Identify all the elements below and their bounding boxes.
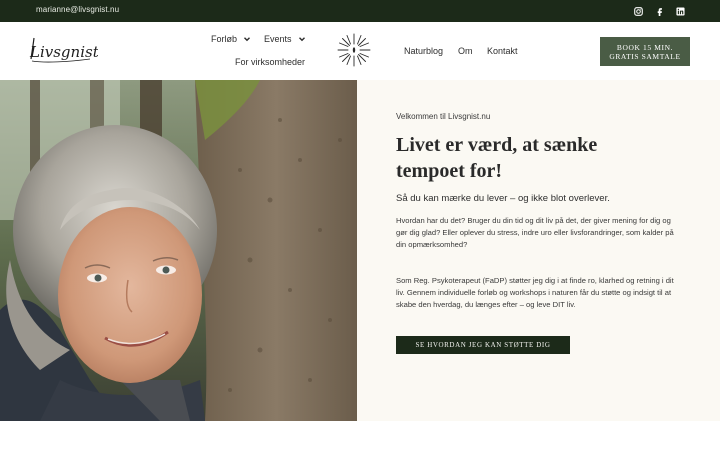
- nav-naturblog-label: Naturblog: [404, 46, 444, 56]
- nav-events-label: Events: [264, 34, 292, 44]
- email-link[interactable]: marianne@livsgnist.nu: [36, 5, 119, 14]
- hero-content: Velkommen til Livsgnist.nu Livet er værd…: [357, 80, 720, 421]
- nav-om[interactable]: Om: [458, 46, 473, 56]
- intro-paragraph: Hvordan har du det? Bruger du din tid og…: [396, 216, 674, 250]
- see-how-i-support-button[interactable]: SE HVORDAN JEG KAN STØTTE DIG: [396, 336, 570, 354]
- cta-line-1: BOOK 15 MIN.: [616, 43, 674, 52]
- top-bar: marianne@livsgnist.nu: [0, 0, 720, 22]
- chevron-down-icon: [298, 37, 305, 42]
- nav-kontakt[interactable]: Kontakt: [487, 46, 518, 56]
- site-logo[interactable]: Livsgnist.nu: [28, 30, 123, 70]
- nav-virksomheder-label: For virksomheder: [235, 57, 306, 67]
- instagram-icon[interactable]: [632, 5, 644, 17]
- nav-for-virksomheder[interactable]: For virksomheder: [235, 57, 305, 67]
- nav-forlob[interactable]: Forløb: [211, 34, 251, 44]
- nav-om-label: Om: [458, 46, 473, 56]
- sun-emblem-icon: [336, 32, 372, 68]
- svg-text:Livsgnist.nu: Livsgnist.nu: [29, 43, 98, 61]
- linkedin-icon[interactable]: [674, 5, 686, 17]
- cta-line-2: GRATIS SAMTALE: [609, 52, 681, 61]
- nav-events[interactable]: Events: [264, 34, 306, 44]
- hero-subheading: Så du kan mærke du lever – og ikke blot …: [396, 193, 610, 204]
- nav-forlob-label: Forløb: [211, 34, 238, 44]
- social-links: [632, 5, 686, 17]
- book-call-button[interactable]: BOOK 15 MIN. GRATIS SAMTALE: [600, 37, 690, 66]
- chevron-down-icon: [244, 37, 251, 42]
- hero-headline: Livet er værd, at sænke tempoet for!: [396, 134, 598, 182]
- main-header: Livsgnist.nu Forløb Events For virksomhe…: [0, 22, 720, 80]
- nav-kontakt-label: Kontakt: [487, 46, 518, 56]
- page-bottom-area: [0, 421, 720, 450]
- hero-portrait-image: [0, 80, 357, 421]
- about-paragraph: Som Reg. Psykoterapeut (FaDP) støtter je…: [396, 276, 674, 310]
- nav-naturblog[interactable]: Naturblog: [404, 46, 443, 56]
- welcome-text: Velkommen til Livsgnist.nu: [396, 112, 491, 121]
- facebook-icon[interactable]: [653, 5, 665, 17]
